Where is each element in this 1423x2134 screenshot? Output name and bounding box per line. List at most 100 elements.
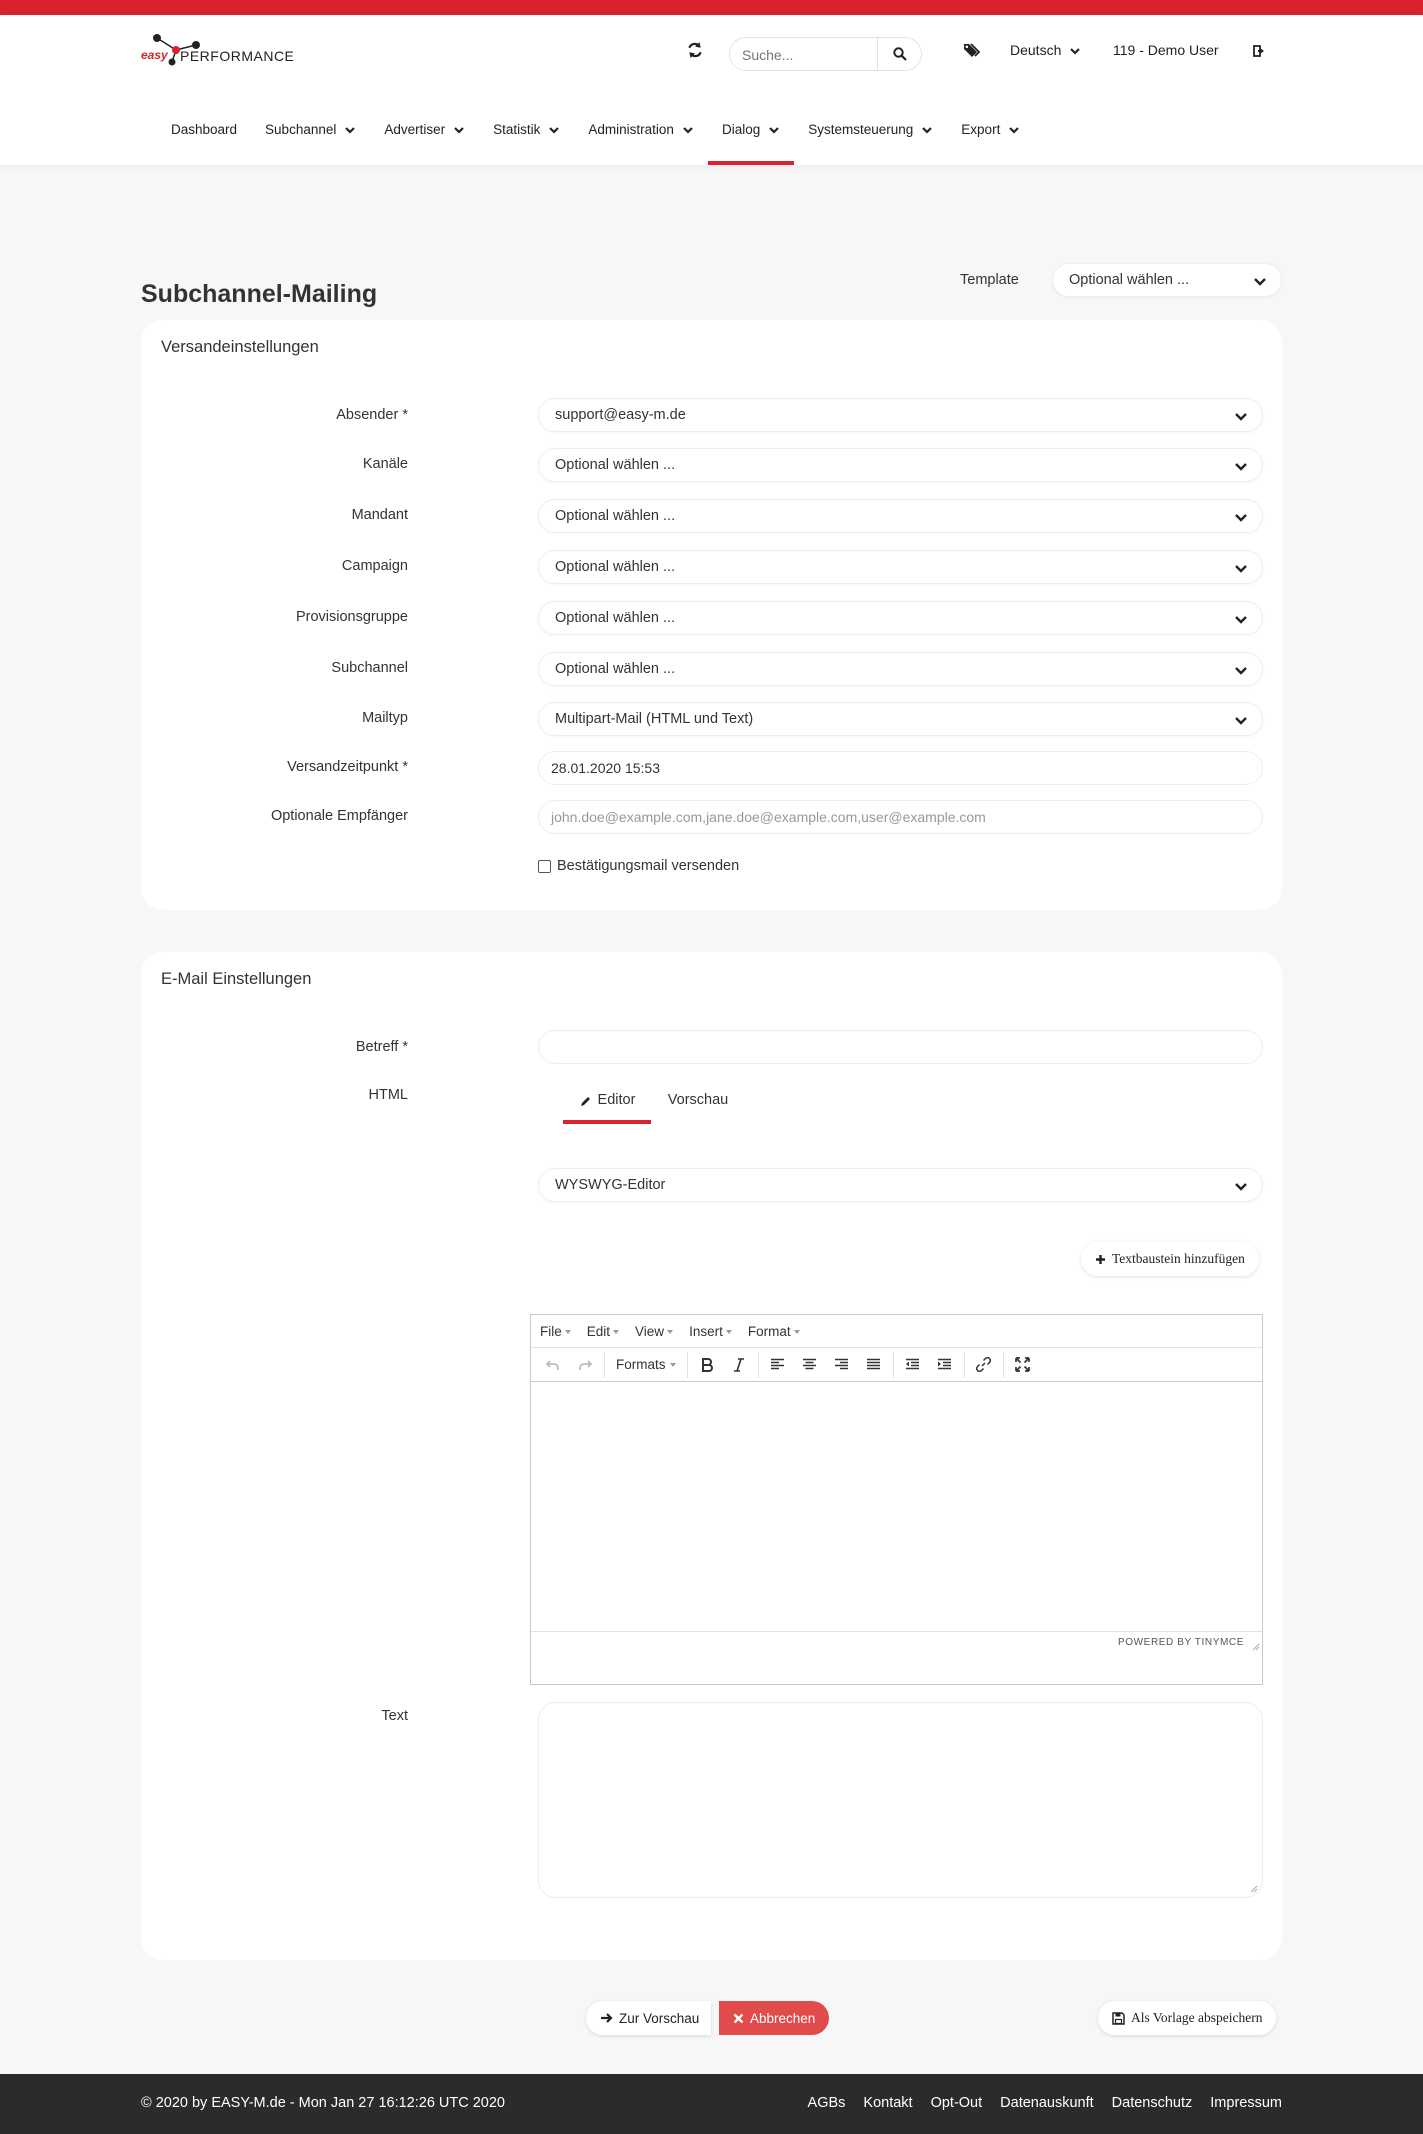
plus-icon xyxy=(1096,1254,1105,1264)
refresh-icon[interactable] xyxy=(686,41,704,59)
formats-dropdown[interactable]: Formats xyxy=(608,1357,684,1372)
footer-link-impressum[interactable]: Impressum xyxy=(1210,2095,1282,2111)
footer-link-kontakt[interactable]: Kontakt xyxy=(863,2095,912,2111)
undo-button[interactable] xyxy=(537,1350,569,1380)
align-center-button[interactable] xyxy=(794,1350,826,1380)
provisionsgruppe-value: Optional wählen ... xyxy=(555,610,676,626)
tab-preview[interactable]: Vorschau xyxy=(651,1084,739,1124)
align-left-button[interactable] xyxy=(762,1350,794,1380)
betreff-input[interactable] xyxy=(538,1030,1263,1064)
bold-icon xyxy=(701,1357,713,1372)
italic-button[interactable] xyxy=(723,1350,755,1380)
menu-file[interactable]: File xyxy=(540,1324,571,1339)
resize-handle-icon[interactable] xyxy=(1248,1883,1258,1893)
nav-item-label: Export xyxy=(961,122,1001,137)
empfaenger-placeholder: john.doe@example.com,jane.doe@example.co… xyxy=(551,809,986,825)
mandant-select[interactable]: Optional wählen ... xyxy=(538,499,1263,533)
menu-insert[interactable]: Insert xyxy=(689,1324,732,1339)
mandant-value: Optional wählen ... xyxy=(555,508,676,524)
nav-item-export[interactable]: Export xyxy=(947,95,1034,165)
user-name[interactable]: 119 - Demo User xyxy=(1113,42,1219,58)
mandant-label: Mandant xyxy=(351,507,408,523)
editor-content-area[interactable] xyxy=(531,1382,1262,1631)
editor-menubar: File Edit View Insert Format xyxy=(531,1315,1262,1348)
italic-icon xyxy=(733,1357,744,1372)
link-button[interactable] xyxy=(968,1350,1000,1380)
editor-type-select[interactable]: WYSWYG-Editor xyxy=(538,1168,1263,1202)
footer-link-agbs[interactable]: AGBs xyxy=(808,2095,846,2111)
fullscreen-button[interactable] xyxy=(1007,1350,1039,1380)
page-title: Subchannel-Mailing xyxy=(141,280,378,308)
footer-link-datenschutz[interactable]: Datenschutz xyxy=(1112,2095,1193,2111)
footer-link-opt-out[interactable]: Opt-Out xyxy=(931,2095,983,2111)
powered-by-tinymce[interactable]: POWERED BY TINYMCE xyxy=(1118,1637,1244,1648)
chevron-down-icon xyxy=(1235,413,1247,421)
menu-edit[interactable]: Edit xyxy=(587,1324,620,1339)
versandzeitpunkt-value: 28.01.2020 15:53 xyxy=(551,760,660,776)
logo-easy[interactable]: easy xyxy=(141,48,168,62)
search-input[interactable] xyxy=(742,44,872,66)
chevron-down-icon xyxy=(922,127,933,134)
provisionsgruppe-select[interactable]: Optional wählen ... xyxy=(538,601,1263,635)
absender-select[interactable]: support@easy-m.de xyxy=(538,398,1263,432)
preview-button[interactable]: Zur Vorschau xyxy=(586,2001,712,2035)
undo-icon xyxy=(546,1359,559,1370)
menu-file-label: File xyxy=(540,1323,562,1339)
versandzeitpunkt-label: Versandzeitpunkt * xyxy=(287,759,408,775)
align-justify-button[interactable] xyxy=(858,1350,890,1380)
redo-button[interactable] xyxy=(569,1350,601,1380)
top-accent-bar xyxy=(0,0,1423,15)
nav-item-statistik[interactable]: Statistik xyxy=(479,95,574,165)
menu-view[interactable]: View xyxy=(635,1323,674,1339)
campaign-select[interactable]: Optional wählen ... xyxy=(538,550,1263,584)
subchannel-select[interactable]: Optional wählen ... xyxy=(538,652,1263,686)
tab-editor[interactable]: Editor xyxy=(563,1084,651,1124)
nav-item-dashboard[interactable]: Dashboard xyxy=(157,95,251,165)
empfaenger-input[interactable]: john.doe@example.com,jane.doe@example.co… xyxy=(538,800,1263,834)
tinymce-editor: File Edit View Insert Format Formats POW… xyxy=(530,1314,1263,1685)
indent-button[interactable] xyxy=(929,1350,961,1380)
nav-item-systemsteuerung[interactable]: Systemsteuerung xyxy=(794,95,947,165)
kanaele-select[interactable]: Optional wählen ... xyxy=(538,448,1263,482)
mailtyp-select[interactable]: Multipart-Mail (HTML und Text) xyxy=(538,702,1263,736)
menu-view-label: View xyxy=(635,1323,665,1339)
editor-type-value: WYSWYG-Editor xyxy=(555,1177,666,1193)
align-left-icon xyxy=(771,1358,785,1370)
tags-icon[interactable] xyxy=(962,40,982,60)
logout-icon[interactable] xyxy=(1252,43,1268,59)
add-snippet-button[interactable]: Textbaustein hinzufügen xyxy=(1081,1242,1259,1276)
resize-handle-icon[interactable] xyxy=(1250,1641,1260,1651)
template-select[interactable]: Optional wählen ... xyxy=(1052,263,1282,297)
outdent-button[interactable] xyxy=(897,1350,929,1380)
footer-link-datenauskunft[interactable]: Datenauskunft xyxy=(1000,2095,1094,2111)
confirm-mail-checkbox[interactable] xyxy=(538,859,551,873)
nav-item-administration[interactable]: Administration xyxy=(574,95,708,165)
chevron-down-icon xyxy=(1235,514,1247,522)
search-button[interactable] xyxy=(877,38,921,70)
email-card-title: E-Mail Einstellungen xyxy=(161,970,312,988)
campaign-value: Optional wählen ... xyxy=(555,559,676,575)
logo-text[interactable]: PERFORMANCE xyxy=(180,48,294,64)
search-icon xyxy=(892,47,907,61)
align-right-icon xyxy=(835,1358,849,1370)
align-right-button[interactable] xyxy=(826,1350,858,1380)
footer: © 2020 by EASY-M.de - Mon Jan 27 16:12:2… xyxy=(0,2074,1423,2134)
bold-button[interactable] xyxy=(691,1350,723,1380)
chevron-down-icon xyxy=(1235,616,1247,624)
menu-format[interactable]: Format xyxy=(748,1324,800,1339)
template-select-value: Optional wählen ... xyxy=(1069,272,1190,288)
nav-item-advertiser[interactable]: Advertiser xyxy=(370,95,479,165)
language-select[interactable]: Deutsch xyxy=(1010,42,1081,58)
chevron-down-icon xyxy=(345,127,356,134)
text-textarea[interactable] xyxy=(538,1702,1263,1898)
chevron-down-icon xyxy=(1235,717,1247,725)
confirm-mail-label[interactable]: Bestätigungsmail versenden xyxy=(557,858,739,874)
nav-item-subchannel[interactable]: Subchannel xyxy=(251,95,370,165)
cancel-button[interactable]: Abbrechen xyxy=(719,2001,830,2035)
footer-links: AGBs Kontakt Opt-Out Datenauskunft Daten… xyxy=(808,2095,1282,2111)
save-template-button[interactable]: Als Vorlage abspeichern xyxy=(1098,2001,1277,2035)
main-nav: Dashboard Subchannel Advertiser Statisti… xyxy=(157,95,1034,165)
versandzeitpunkt-input[interactable]: 28.01.2020 15:53 xyxy=(538,751,1263,785)
nav-item-label: Statistik xyxy=(493,122,541,137)
nav-item-dialog[interactable]: Dialog xyxy=(707,95,795,165)
